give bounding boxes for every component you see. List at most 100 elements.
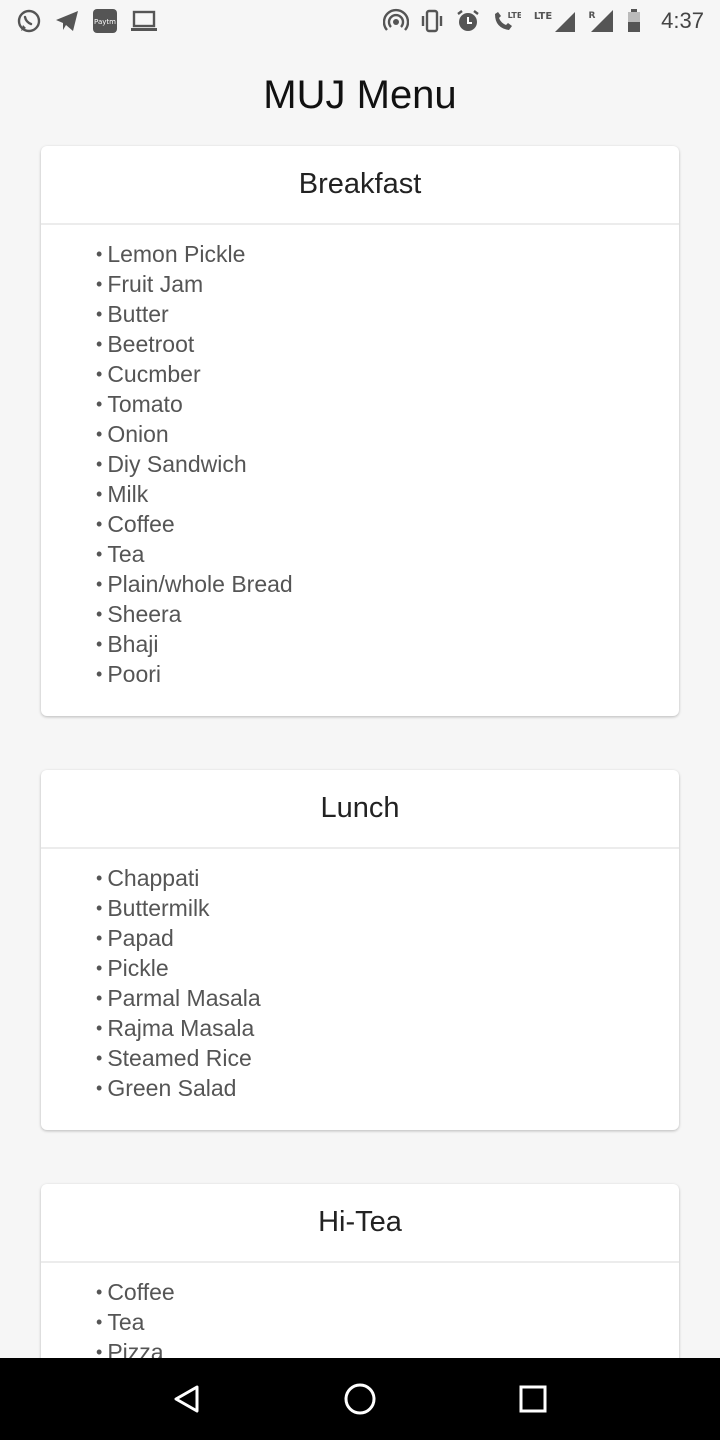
- paytm-label: Paytm: [94, 18, 116, 26]
- list-item: • Chappati: [96, 863, 679, 893]
- system-icons: LTE LTE R 4:37: [383, 8, 704, 34]
- item-label: Tea: [107, 1309, 145, 1335]
- paytm-icon: Paytm: [92, 8, 118, 34]
- alarm-icon: [455, 8, 481, 34]
- volte-lte-label: LTE: [508, 11, 521, 20]
- page-title: MUJ Menu: [263, 73, 457, 117]
- list-item: • Green Salad: [96, 1073, 679, 1103]
- lunch-item-list: • Chappati • Buttermilk • Papad • Pickle • Pa…: [41, 849, 679, 1121]
- recents-button[interactable]: [503, 1369, 563, 1429]
- item-label: Plain/whole Bread: [107, 571, 293, 597]
- item-label: Bhaji: [107, 631, 159, 657]
- bullet: •: [96, 604, 103, 624]
- list-item: • Tea: [96, 539, 679, 569]
- bullet: •: [96, 1282, 103, 1302]
- item-label: Coffee: [107, 511, 175, 537]
- navigation-bar: [0, 1358, 720, 1440]
- clock: 4:37: [661, 8, 704, 33]
- item-label: Lemon Pickle: [107, 241, 246, 267]
- list-item: • Poori: [96, 659, 679, 689]
- menu-page[interactable]: MUJ Menu Breakfast • Lemon Pickle • Fruit …: [0, 42, 720, 1358]
- list-item: • Papad: [96, 923, 679, 953]
- home-icon: [344, 1383, 376, 1415]
- item-label: Cucmber: [107, 361, 201, 387]
- bullet: •: [96, 868, 103, 888]
- list-item: • Parmal Masala: [96, 983, 679, 1013]
- item-label: Poori: [107, 661, 162, 687]
- item-label: Buttermilk: [107, 895, 210, 921]
- item-label: Tea: [107, 541, 145, 567]
- item-label: Steamed Rice: [107, 1045, 252, 1071]
- bullet: •: [96, 664, 103, 684]
- bullet: •: [96, 544, 103, 564]
- item-label: Beetroot: [107, 331, 195, 357]
- bullet: •: [96, 394, 103, 414]
- status-bar: Paytm LTE LTE R 4:37: [0, 0, 720, 42]
- bullet: •: [96, 484, 103, 504]
- item-label: Butter: [107, 301, 169, 327]
- item-label: Chappati: [107, 865, 200, 891]
- list-item: • Butter: [96, 299, 679, 329]
- lte-label: LTE: [534, 11, 553, 22]
- card-heading: Breakfast: [41, 146, 679, 225]
- list-item: • Cucmber: [96, 359, 679, 389]
- list-item: • Milk: [96, 479, 679, 509]
- roaming-signal-icon: R: [587, 8, 615, 34]
- breakfast-card: Breakfast • Lemon Pickle • Fruit Jam • Butt…: [41, 146, 679, 716]
- back-icon: [174, 1385, 199, 1413]
- bullet: •: [96, 928, 103, 948]
- whatsapp-icon: [16, 8, 42, 34]
- lte-signal-icon: LTE: [531, 8, 577, 34]
- bullet: •: [96, 634, 103, 654]
- bullet: •: [96, 1312, 103, 1332]
- item-label: Diy Sandwich: [107, 451, 247, 477]
- list-item: • Bhaji: [96, 629, 679, 659]
- list-item: • Beetroot: [96, 329, 679, 359]
- item-label: Parmal Masala: [107, 985, 261, 1011]
- list-item: • Lemon Pickle: [96, 239, 679, 269]
- list-item: • Coffee: [96, 509, 679, 539]
- bullet: •: [96, 364, 103, 384]
- bullet: •: [96, 1048, 103, 1068]
- bullet: •: [96, 958, 103, 978]
- bullet: •: [96, 898, 103, 918]
- home-button[interactable]: [330, 1369, 390, 1429]
- list-item: • Diy Sandwich: [96, 449, 679, 479]
- item-label: Green Salad: [107, 1075, 237, 1101]
- bullet: •: [96, 454, 103, 474]
- list-item: • Tea: [96, 1307, 679, 1337]
- card-heading: Lunch: [41, 770, 679, 849]
- bullet: •: [96, 244, 103, 264]
- bullet: •: [96, 304, 103, 324]
- item-label: Papad: [107, 925, 174, 951]
- bullet: •: [96, 334, 103, 354]
- volte-call-icon: LTE: [491, 8, 521, 34]
- item-label: Tomato: [107, 391, 183, 417]
- bullet: •: [96, 424, 103, 444]
- bullet: •: [96, 574, 103, 594]
- item-label: Milk: [107, 481, 149, 507]
- recents-icon: [519, 1385, 547, 1413]
- list-item: • Fruit Jam: [96, 269, 679, 299]
- list-item: • Buttermilk: [96, 893, 679, 923]
- bullet: •: [96, 1342, 103, 1358]
- list-item: • Pickle: [96, 953, 679, 983]
- back-button[interactable]: [157, 1369, 217, 1429]
- roaming-label: R: [589, 11, 596, 21]
- item-label: Pizza: [107, 1339, 164, 1358]
- lunch-card: Lunch • Chappati • Buttermilk • Papad • Pick…: [41, 770, 679, 1130]
- bullet: •: [96, 1018, 103, 1038]
- laptop-icon: [130, 10, 158, 32]
- list-item: • Pizza: [96, 1337, 679, 1358]
- list-item: • Rajma Masala: [96, 1013, 679, 1043]
- hi-tea-item-list: • Coffee • Tea • Pizza: [41, 1263, 679, 1358]
- card-heading: Hi-Tea: [41, 1184, 679, 1263]
- notification-icons: Paytm: [16, 8, 158, 34]
- item-label: Onion: [107, 421, 169, 447]
- item-label: Fruit Jam: [107, 271, 204, 297]
- bullet: •: [96, 274, 103, 294]
- hotspot-icon: [383, 8, 410, 34]
- bullet: •: [96, 514, 103, 534]
- list-item: • Tomato: [96, 389, 679, 419]
- list-item: • Sheera: [96, 599, 679, 629]
